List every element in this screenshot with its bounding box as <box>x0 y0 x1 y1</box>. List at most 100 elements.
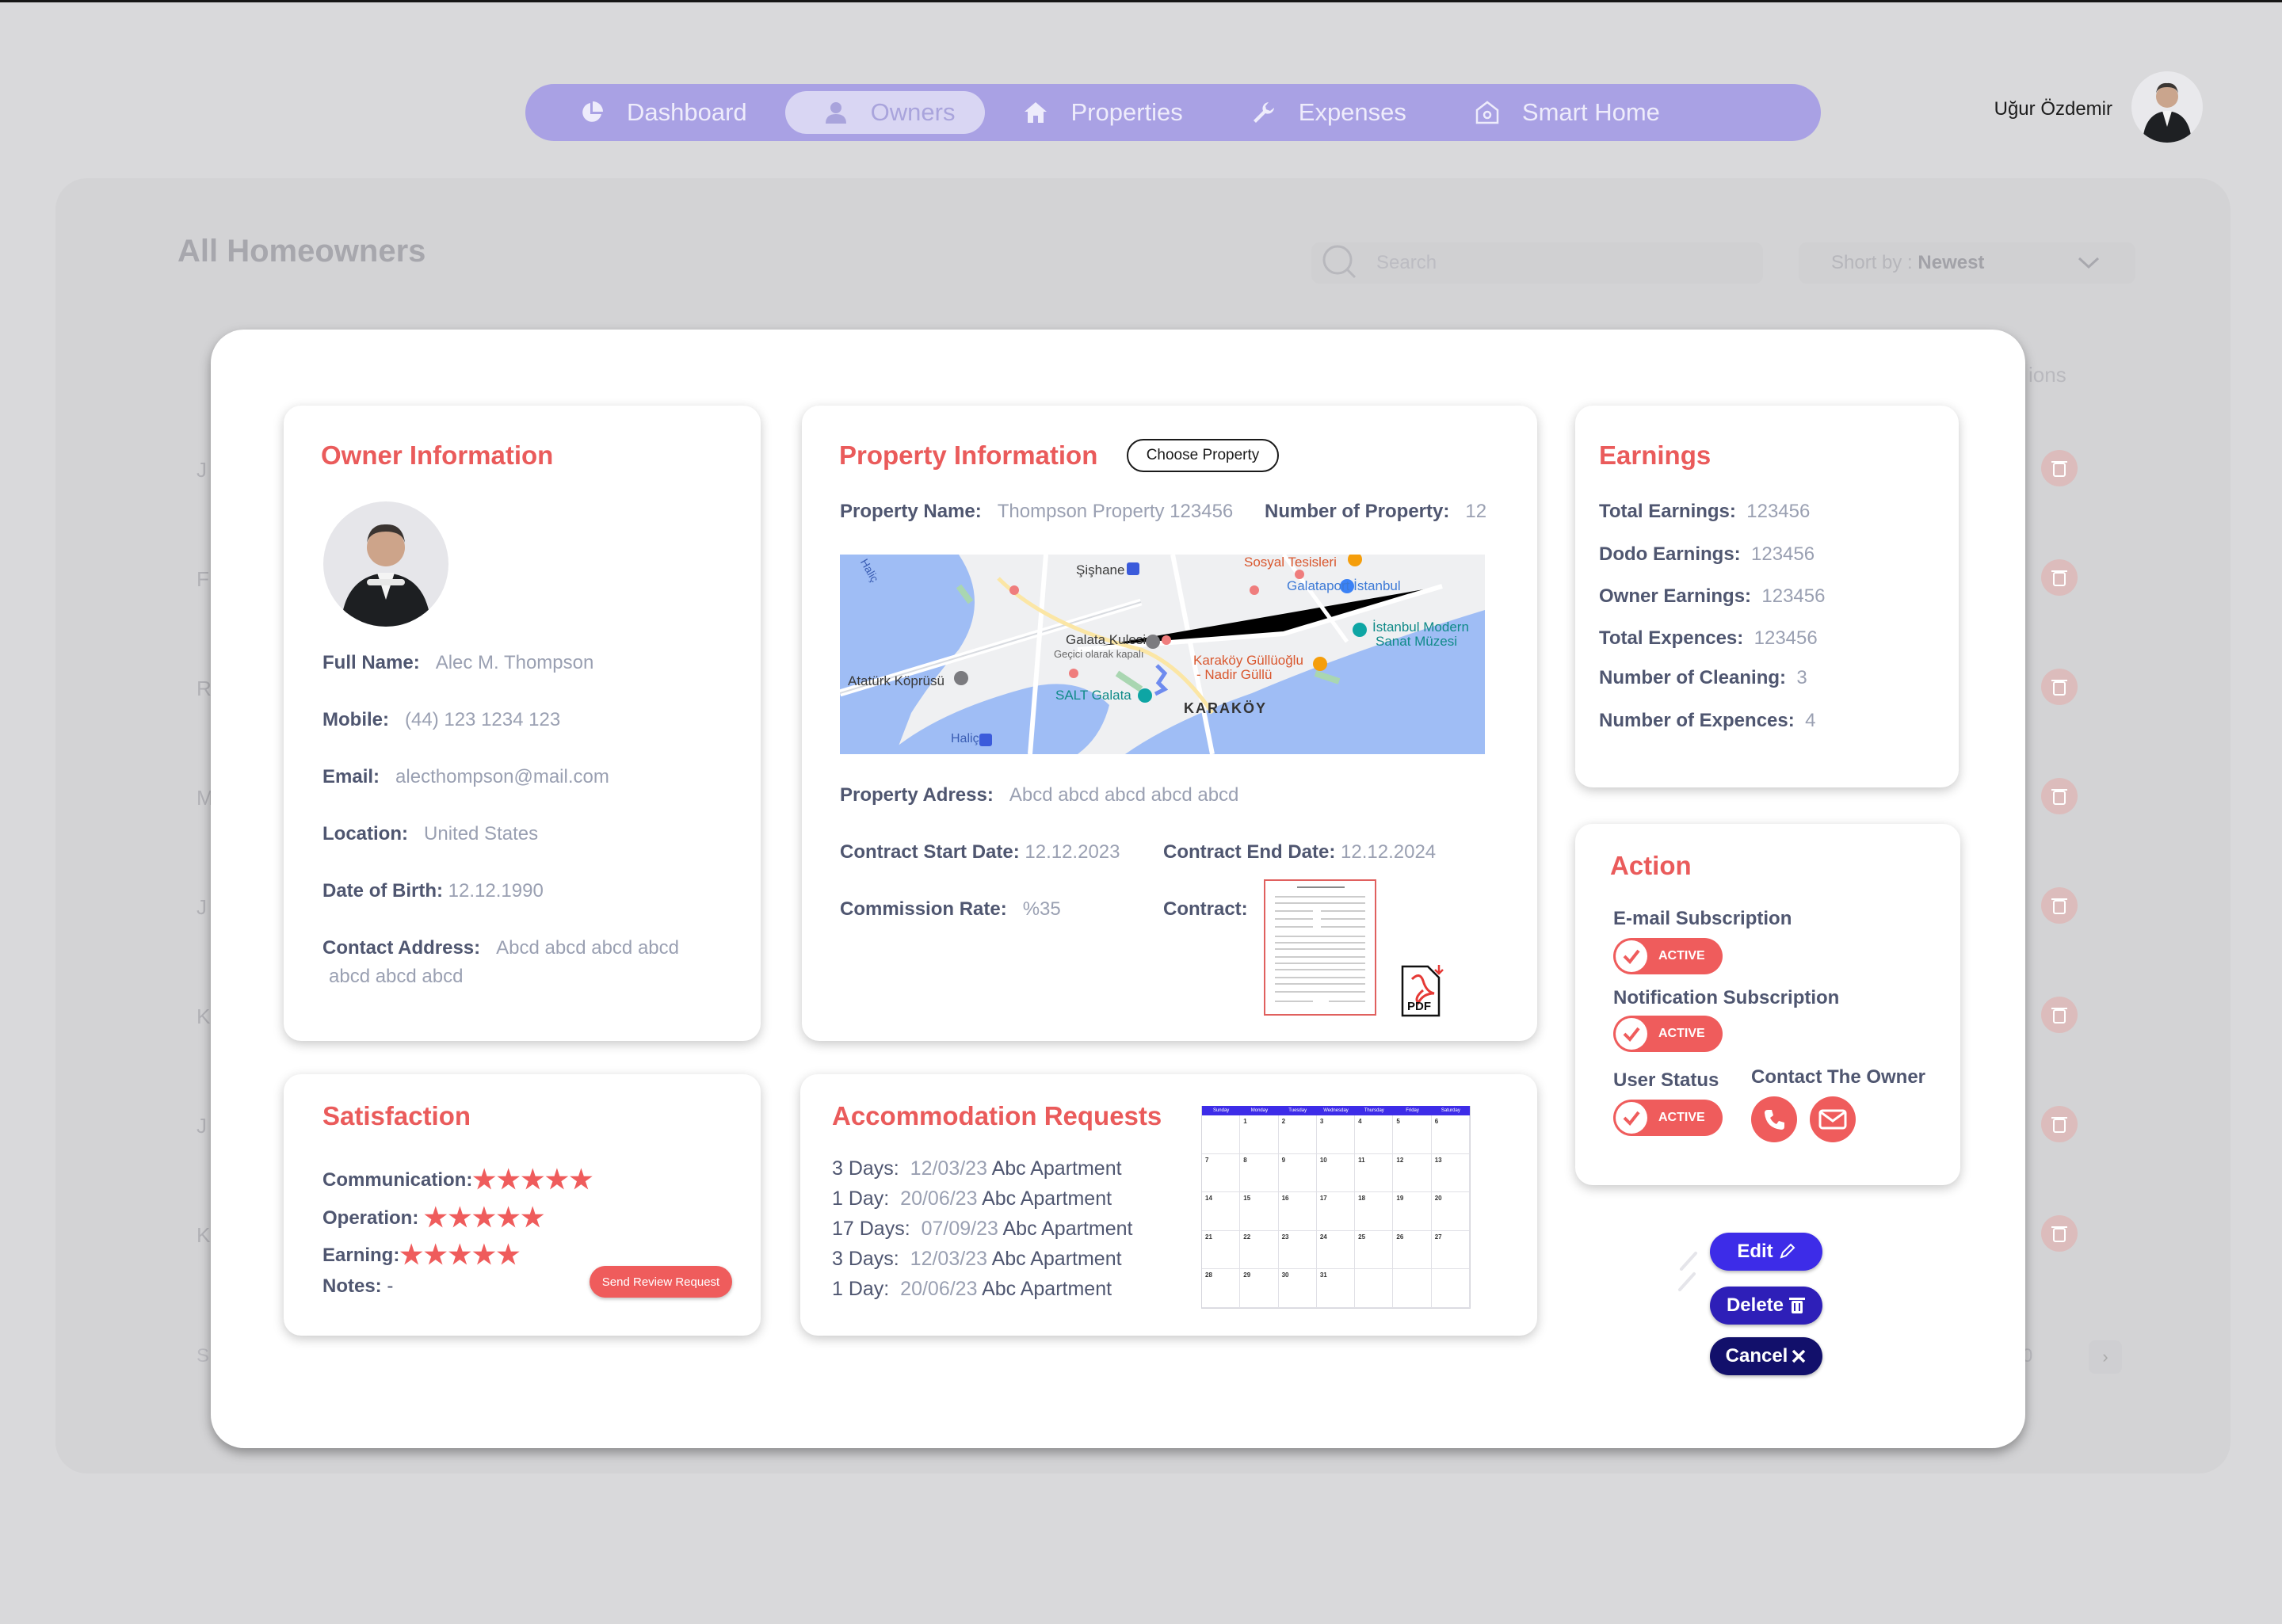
communication-rating: Communication:★★★★★ <box>322 1161 594 1194</box>
calendar-day-cell[interactable]: 30 <box>1278 1269 1317 1308</box>
calendar-day-cell[interactable]: 20 <box>1431 1192 1470 1231</box>
notification-subscription-toggle[interactable]: ACTIVE <box>1613 1016 1723 1052</box>
nav-properties-label: Properties <box>1070 98 1183 126</box>
calendar-day-cell[interactable]: 7 <box>1202 1153 1241 1193</box>
email-subscription-toggle[interactable]: ACTIVE <box>1613 938 1723 974</box>
calendar-day-cell[interactable]: 25 <box>1355 1230 1394 1270</box>
trash-icon[interactable] <box>2041 1215 2078 1252</box>
calendar-day-cell[interactable]: 28 <box>1202 1269 1241 1308</box>
nav-owners[interactable]: Owners <box>784 91 986 134</box>
trash-icon[interactable] <box>2041 778 2078 814</box>
calendar-day-cell[interactable] <box>1393 1269 1432 1308</box>
calendar-day-header: Wednesday <box>1316 1106 1356 1115</box>
trash-icon[interactable] <box>2041 559 2078 596</box>
calendar-day-cell[interactable]: 16 <box>1278 1192 1317 1231</box>
chevron-down-icon[interactable] <box>2074 254 2103 273</box>
property-name-label: Property Name: <box>840 501 982 522</box>
booking-calendar[interactable]: Sunday Monday Tuesday Wednesday Thursday Frid… <box>1201 1106 1471 1309</box>
calendar-day-cell[interactable]: 10 <box>1316 1153 1356 1193</box>
contract-end-value: 12.12.2024 <box>1341 841 1437 863</box>
email-subscription-label: E-mail Subscription <box>1613 908 1792 929</box>
user-avatar[interactable] <box>2131 71 2203 143</box>
choose-property-button[interactable]: Choose Property <box>1127 439 1279 472</box>
mail-icon[interactable] <box>1810 1096 1856 1142</box>
property-number-value: 12 <box>1465 501 1487 522</box>
calendar-day-cell[interactable] <box>1202 1115 1241 1154</box>
map-label: Şişhane <box>1076 562 1125 578</box>
calendar-day-cell[interactable]: 9 <box>1278 1153 1317 1193</box>
calendar-day-cell[interactable]: 18 <box>1355 1192 1394 1231</box>
user-status-toggle[interactable]: ACTIVE <box>1613 1100 1723 1136</box>
calendar-day-cell[interactable]: 14 <box>1202 1192 1241 1231</box>
accommodation-title: Accommodation Requests <box>832 1101 1162 1130</box>
calendar-day-cell[interactable]: 21 <box>1202 1230 1241 1270</box>
owner-full-name: Full Name: Alec M. Thompson <box>322 652 593 674</box>
property-map[interactable]: Şişhane Sosyal Tesisleri Galataport İsta… <box>840 555 1485 754</box>
trash-icon[interactable] <box>2041 669 2078 705</box>
contact-owner-label: Contact The Owner <box>1751 1066 1926 1088</box>
nav-properties[interactable]: Properties <box>993 91 1212 134</box>
nav-dashboard[interactable]: Dashboard <box>549 91 777 134</box>
earnings-value: 123456 <box>1746 501 1811 522</box>
trash-icon[interactable] <box>2041 1106 2078 1142</box>
owner-avatar <box>323 501 448 627</box>
earning-label: Earning: <box>322 1245 400 1266</box>
calendar-day-cell[interactable]: 8 <box>1240 1153 1279 1193</box>
owner-dob: Date of Birth: 12.12.1990 <box>322 880 544 902</box>
calendar-day-header: Tuesday <box>1278 1106 1317 1115</box>
calendar-day-cell[interactable]: 5 <box>1393 1115 1432 1154</box>
notification-subscription-label: Notification Subscription <box>1613 987 1840 1008</box>
star-rating: ★★★★★ <box>472 1165 594 1194</box>
calendar-day-cell[interactable]: 13 <box>1431 1153 1470 1193</box>
calendar-day-cell[interactable]: 22 <box>1240 1230 1279 1270</box>
calendar-day-cell[interactable]: 24 <box>1316 1230 1356 1270</box>
trash-icon[interactable] <box>2041 887 2078 924</box>
calendar-day-cell[interactable]: 19 <box>1393 1192 1432 1231</box>
calendar-day-cell[interactable]: 4 <box>1355 1115 1394 1154</box>
request-date: 20/06/23 <box>900 1188 978 1210</box>
action-title: Action <box>1610 851 1692 880</box>
send-review-request-button[interactable]: Send Review Request <box>590 1266 732 1298</box>
nav-owners-label: Owners <box>870 98 956 126</box>
calendar-day-cell[interactable] <box>1355 1269 1394 1308</box>
close-icon <box>1792 1349 1806 1363</box>
trash-icon[interactable] <box>2041 450 2078 486</box>
phone-icon[interactable] <box>1751 1096 1797 1142</box>
calendar-day-cell[interactable] <box>1431 1269 1470 1308</box>
contract-document-thumbnail[interactable] <box>1264 879 1376 1016</box>
trash-icon[interactable] <box>2041 997 2078 1033</box>
calendar-day-cell[interactable]: 27 <box>1431 1230 1470 1270</box>
check-icon <box>1616 1102 1647 1134</box>
pdf-download-icon[interactable]: PDF <box>1399 963 1444 1017</box>
cancel-button[interactable]: Cancel <box>1710 1337 1822 1375</box>
map-label: Atatürk Köprüsü <box>848 673 944 688</box>
request-duration: 1 Day: <box>832 1188 890 1210</box>
calendar-day-cell[interactable]: 1 <box>1240 1115 1279 1154</box>
calendar-day-cell[interactable]: 6 <box>1431 1115 1470 1154</box>
calendar-day-cell[interactable]: 17 <box>1316 1192 1356 1231</box>
calendar-day-cell[interactable]: 31 <box>1316 1269 1356 1308</box>
contract-label: Contract: <box>1163 898 1248 920</box>
earnings-label: Number of Cleaning: <box>1599 667 1787 688</box>
map-label: - Nadir Güllü <box>1196 667 1273 682</box>
nav-expenses[interactable]: Expenses <box>1221 91 1437 134</box>
link-icon <box>1678 1252 1697 1291</box>
calendar-day-cell[interactable]: 26 <box>1393 1230 1432 1270</box>
property-name: Property Name: Thompson Property 123456 <box>840 501 1233 523</box>
calendar-day-cell[interactable]: 11 <box>1355 1153 1394 1193</box>
calendar-day-cell[interactable]: 23 <box>1278 1230 1317 1270</box>
request-duration: 3 Days: <box>832 1157 899 1180</box>
edit-button[interactable]: Edit <box>1710 1233 1822 1271</box>
calendar-day-cell[interactable]: 29 <box>1240 1269 1279 1308</box>
nav-smart-home[interactable]: Smart Home <box>1444 91 1690 134</box>
calendar-day-cell[interactable]: 2 <box>1278 1115 1317 1154</box>
full-name-value: Alec M. Thompson <box>435 652 594 673</box>
email-value: alecthompson@mail.com <box>395 766 609 787</box>
calendar-day-cell[interactable]: 12 <box>1393 1153 1432 1193</box>
calendar-day-cell[interactable]: 3 <box>1316 1115 1356 1154</box>
pagination-next-button[interactable]: › <box>2089 1340 2122 1374</box>
calendar-day-cell[interactable]: 15 <box>1240 1192 1279 1231</box>
delete-button[interactable]: Delete <box>1710 1287 1822 1325</box>
earnings-value: 123456 <box>1753 627 1818 649</box>
email-label: Email: <box>322 766 380 787</box>
